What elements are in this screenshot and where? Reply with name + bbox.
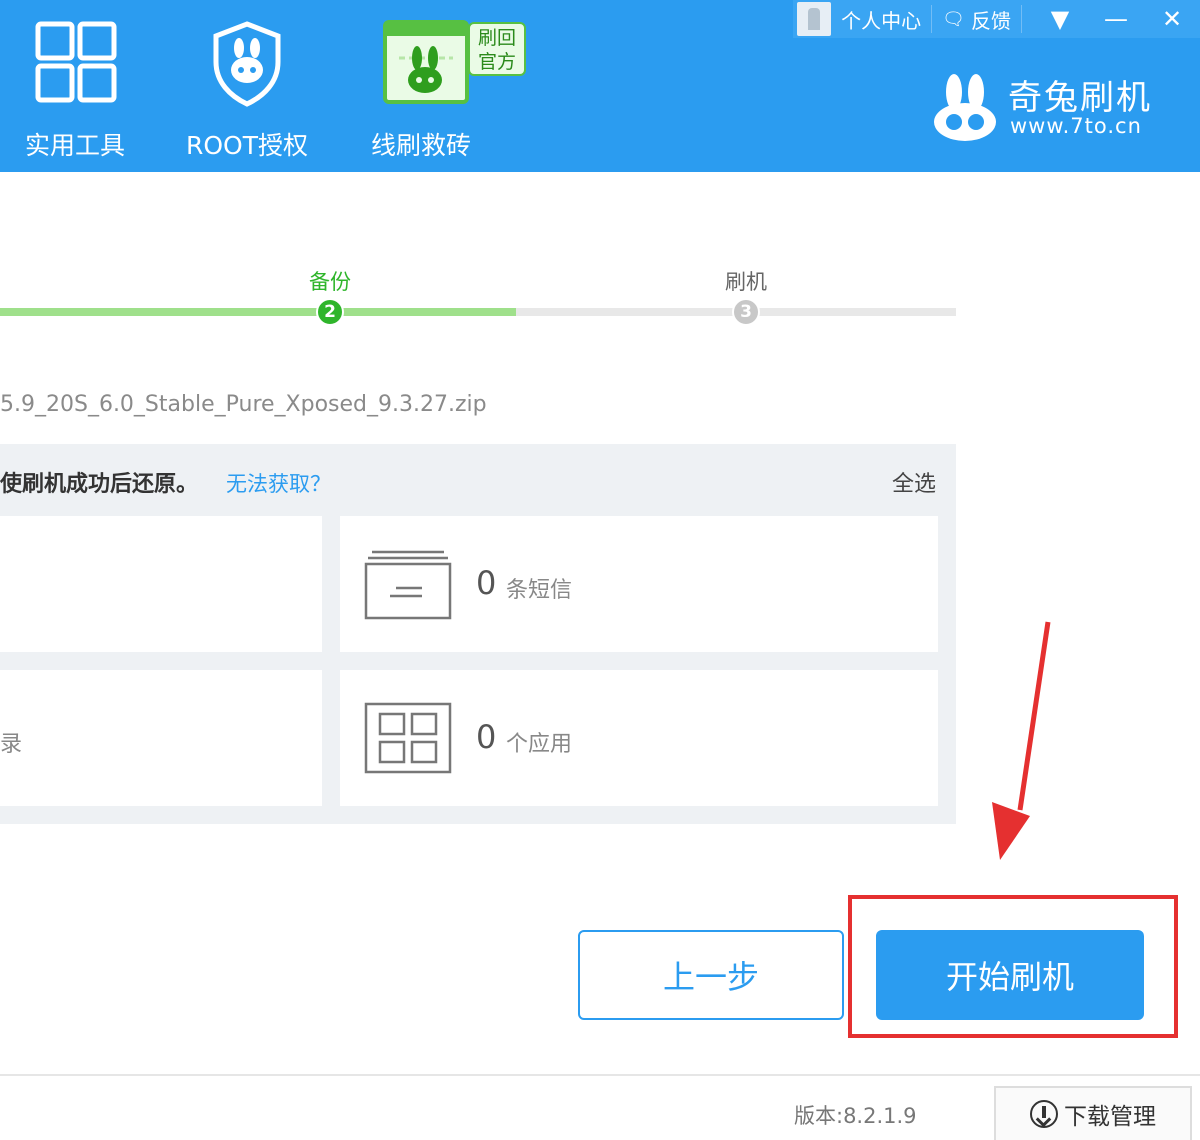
avatar[interactable] (797, 2, 832, 36)
download-manager-label: 下载管理 (1064, 1104, 1156, 1130)
sms-icon (364, 550, 452, 620)
backup-panel: 使刷机成功后还原。 无法获取？ 全选 0 条短信 录 0 个应用 (0, 444, 956, 824)
title-bar: 个人中心 🗨 反馈 ▼ — ✕ (793, 0, 1200, 38)
download-icon (1030, 1100, 1058, 1128)
progress-fill (0, 308, 516, 316)
apps-unit: 个应用 (506, 732, 573, 757)
red-arrow-annotation (992, 621, 1051, 860)
divider (931, 5, 933, 33)
nav-root[interactable]: ROOT授权 (172, 18, 322, 162)
help-link[interactable]: 无法获取？ (226, 468, 331, 498)
backup-card-apps[interactable]: 0 个应用 (340, 670, 938, 806)
sms-unit: 条短信 (506, 578, 573, 603)
feedback-link[interactable]: 反馈 (971, 5, 1011, 34)
brand-name: 奇兔刷机 (1008, 78, 1152, 118)
footer: 版本:8.2.1.9 下载管理 (0, 1074, 1200, 1140)
step-3-dot: 3 (732, 298, 760, 326)
apps-grid-icon (364, 702, 452, 774)
promo-line2: 官方 (477, 51, 516, 73)
nav-tools[interactable]: 实用工具 (0, 18, 150, 162)
step-flash-label: 刷机 (725, 270, 767, 294)
nav-root-label: ROOT授权 (186, 131, 308, 160)
backup-card-sms[interactable]: 0 条短信 (340, 516, 938, 652)
close-button[interactable]: ✕ (1144, 0, 1200, 38)
rabbit-logo-icon (934, 74, 996, 141)
grid-icon (30, 18, 120, 108)
backup-card[interactable] (0, 516, 322, 652)
card-unit-partial: 录 (0, 732, 23, 757)
minimize-icon: — (1104, 5, 1128, 33)
chevron-down-icon: ▼ (1050, 5, 1070, 33)
select-all-button[interactable]: 全选 (892, 466, 936, 498)
restore-note: 使刷机成功后还原。 (0, 472, 199, 497)
step-2-dot: 2 (316, 298, 344, 326)
nav-rescue-label: 线刷救砖 (370, 131, 471, 160)
promo-line1: 刷回 (477, 27, 516, 49)
close-icon: ✕ (1161, 5, 1183, 33)
brand-logo: 奇兔刷机 www.7to.cn (932, 66, 1182, 146)
rescue-icon (371, 18, 471, 108)
sms-count: 0 (476, 564, 497, 602)
nav-tools-label: 实用工具 (24, 131, 125, 160)
previous-step-button[interactable]: 上一步 (578, 930, 844, 1020)
divider (1021, 5, 1022, 33)
backup-card-partial[interactable]: 录 (0, 670, 322, 806)
apps-count: 0 (476, 718, 497, 756)
version-label: 版本:8.2.1.9 (794, 1104, 917, 1128)
rom-filename: 5.9_20S_6.0_Stable_Pure_Xposed_9.3.27.zi… (0, 392, 487, 417)
brand-url: www.7to.cn (1010, 114, 1142, 138)
promo-badge[interactable]: 刷回 官方 (468, 22, 526, 76)
user-center-link[interactable]: 个人中心 (841, 5, 921, 34)
step-backup-label: 备份 (309, 270, 351, 294)
menu-dropdown-button[interactable]: ▼ (1032, 0, 1088, 38)
app-header: 实用工具 ROOT授权 线刷救砖 刷回 官方 个人中心 🗨 反馈 ▼ — ✕ 奇… (0, 0, 1200, 172)
start-flash-button[interactable]: 开始刷机 (876, 930, 1144, 1020)
shield-icon (202, 18, 292, 108)
minimize-button[interactable]: — (1088, 0, 1144, 38)
chat-bubble-icon: 🗨 (942, 8, 965, 30)
download-manager-button[interactable]: 下载管理 (994, 1086, 1192, 1140)
